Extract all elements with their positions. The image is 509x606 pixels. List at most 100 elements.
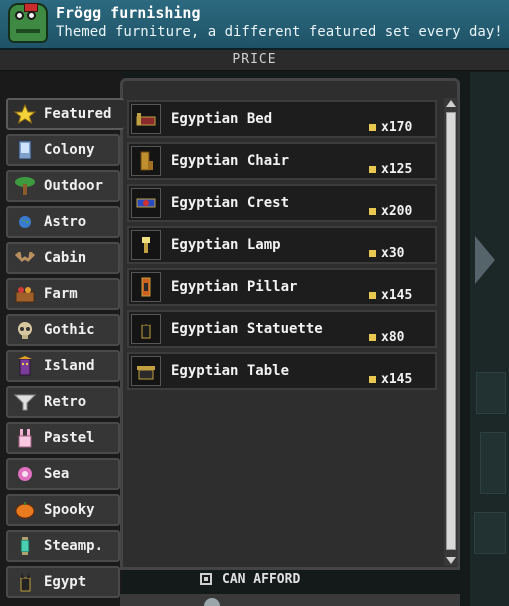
tab-label: Farm <box>44 286 78 302</box>
pixel-coin-icon <box>369 376 376 383</box>
background-scenery <box>470 72 509 606</box>
shop-title: Frögg furnishing <box>56 4 201 22</box>
anubis-icon <box>20 572 31 592</box>
item-price: x145 <box>381 372 413 387</box>
list-item[interactable]: Egyptian Table x145 <box>127 352 437 390</box>
pixel-coin-icon <box>369 208 376 215</box>
tab-astro[interactable]: Astro <box>6 206 120 238</box>
tab-farm[interactable]: Farm <box>6 278 120 310</box>
next-page-arrow-icon[interactable] <box>475 236 495 284</box>
pillar-icon <box>141 277 151 297</box>
can-afford-checkbox[interactable] <box>200 573 212 585</box>
tab-outdoor[interactable]: Outdoor <box>6 170 120 202</box>
shop-header: Frögg furnishing Themed furniture, a dif… <box>0 0 509 50</box>
tab-label: Steamp. <box>44 538 104 554</box>
tab-cabin[interactable]: Cabin <box>6 242 120 274</box>
tab-pastel[interactable]: Pastel <box>6 422 120 454</box>
tab-label: Astro <box>44 214 87 230</box>
lamp-icon <box>142 237 150 253</box>
item-icon-frame <box>131 230 161 260</box>
item-icon-frame <box>131 356 161 386</box>
item-name: Egyptian Pillar <box>171 279 298 295</box>
item-price: x30 <box>381 246 405 261</box>
item-list: Egyptian Bed x170 Egyptian Chair x125 Eg… <box>127 100 437 394</box>
tab-label: Sea <box>44 466 70 482</box>
list-item[interactable]: Egyptian Statuette x80 <box>127 310 437 348</box>
tab-island[interactable]: Island <box>6 350 120 382</box>
statuette-icon <box>141 319 151 339</box>
crest-icon <box>136 198 156 208</box>
tab-retro[interactable]: Retro <box>6 386 120 418</box>
tab-label: Retro <box>44 394 87 410</box>
palm-tree-icon <box>15 177 35 195</box>
list-item[interactable]: Egyptian Lamp x30 <box>127 226 437 264</box>
skull-icon <box>18 322 32 339</box>
list-item[interactable]: Egyptian Pillar x145 <box>127 268 437 306</box>
tab-label: Colony <box>44 142 95 158</box>
antlers-icon <box>14 251 36 262</box>
category-tabs: Featured Colony Outdoor Astro Cabin Farm… <box>6 98 124 602</box>
tab-label: Cabin <box>44 250 87 266</box>
tab-label: Outdoor <box>44 178 104 194</box>
item-name: Egyptian Statuette <box>171 321 323 337</box>
item-name: Egyptian Chair <box>171 153 290 169</box>
item-price: x145 <box>381 288 413 303</box>
pumpkin-icon <box>15 502 35 519</box>
shop-subtitle: Themed furniture, a different featured s… <box>56 24 503 40</box>
tab-colony[interactable]: Colony <box>6 134 120 166</box>
tab-label: Featured <box>44 106 112 122</box>
phone-icon <box>18 140 32 160</box>
pixel-coin-icon <box>369 124 376 131</box>
tab-spooky[interactable]: Spooky <box>6 494 120 526</box>
item-name: Egyptian Table <box>171 363 290 379</box>
tab-sea[interactable]: Sea <box>6 458 120 490</box>
scroll-up-icon[interactable] <box>445 98 457 110</box>
bed-icon <box>136 113 156 126</box>
scroll-down-icon[interactable] <box>445 554 457 566</box>
tab-egypt[interactable]: Egypt <box>6 566 120 598</box>
bottom-slider[interactable] <box>120 594 460 606</box>
tab-steampunk[interactable]: Steamp. <box>6 530 120 562</box>
pixel-coin-icon <box>369 334 376 341</box>
scrollbar-thumb[interactable] <box>446 112 456 550</box>
item-icon-frame <box>131 104 161 134</box>
pixel-coin-icon <box>369 292 376 299</box>
table-icon <box>137 366 155 380</box>
tab-label: Island <box>44 358 95 374</box>
lantern-icon <box>20 537 30 555</box>
list-item[interactable]: Egyptian Crest x200 <box>127 184 437 222</box>
tab-featured[interactable]: Featured <box>6 98 124 130</box>
sea-flower-icon <box>18 467 32 481</box>
list-item[interactable]: Egyptian Bed x170 <box>127 100 437 138</box>
item-price: x170 <box>381 120 413 135</box>
item-price: x80 <box>381 330 405 345</box>
chair-icon <box>140 151 153 171</box>
pixel-coin-icon <box>369 166 376 173</box>
tab-gothic[interactable]: Gothic <box>6 314 120 346</box>
item-price: x125 <box>381 162 413 177</box>
tab-label: Gothic <box>44 322 95 338</box>
tiki-icon <box>18 356 32 376</box>
list-item[interactable]: Egyptian Chair x125 <box>127 142 437 180</box>
item-icon-frame <box>131 272 161 302</box>
pixel-coin-icon <box>369 250 376 257</box>
frog-merchant-icon <box>8 3 48 43</box>
item-name: Egyptian Bed <box>171 111 273 127</box>
price-column-header[interactable]: PRICE <box>0 50 509 71</box>
tab-label: Pastel <box>44 430 95 446</box>
slider-knob[interactable] <box>204 598 220 606</box>
item-list-scrollbar[interactable] <box>444 98 458 566</box>
item-name: Egyptian Crest <box>171 195 290 211</box>
basket-icon <box>15 287 35 303</box>
tab-label: Egypt <box>44 574 87 590</box>
item-icon-frame <box>131 314 161 344</box>
bunny-icon <box>18 429 32 448</box>
tab-label: Spooky <box>44 502 95 518</box>
globe-icon <box>19 216 31 228</box>
item-icon-frame <box>131 146 161 176</box>
item-price: x200 <box>381 204 413 219</box>
funnel-icon <box>14 394 36 411</box>
star-icon <box>14 104 36 124</box>
price-label: PRICE <box>232 52 277 67</box>
item-icon-frame <box>131 188 161 218</box>
